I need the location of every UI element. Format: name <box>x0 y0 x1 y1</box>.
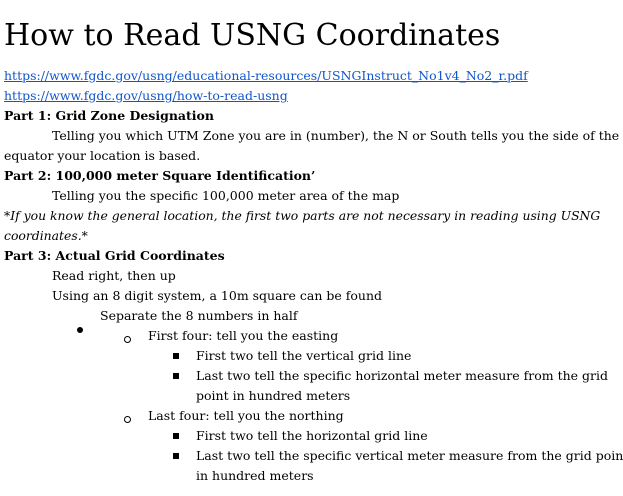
list-item-easting-2: Last two tell the specific horizontal me… <box>196 368 609 383</box>
bullet-circle-icon <box>124 336 131 343</box>
part1-text-line1: Telling you which UTM Zone you are in (n… <box>52 128 620 143</box>
part3-heading: Part 3: Actual Grid Coordinates <box>4 248 225 263</box>
list-item-easting-2-cont: point in hundred meters <box>196 388 351 403</box>
note-line1: *If you know the general location, the f… <box>4 208 601 223</box>
bullet-square-icon <box>173 353 179 359</box>
part2-heading: Part 2: 100,000 meter Square Identificat… <box>4 168 316 183</box>
bullet-disc-icon <box>77 327 83 333</box>
list-item-last-four: Last four: tell you the northing <box>148 408 344 423</box>
list-item-first-four: First four: tell you the easting <box>148 328 339 343</box>
note-line2: coordinates.* <box>4 228 88 243</box>
list-item-northing-2-cont: in hundred meters <box>196 468 314 483</box>
list-item-easting-1: First two tell the vertical grid line <box>196 348 412 363</box>
bullet-square-icon <box>173 433 179 439</box>
list-item-separate: Separate the 8 numbers in half <box>100 308 298 323</box>
bullet-square-icon <box>173 373 179 379</box>
part2-text-line1: Telling you the specific 100,000 meter a… <box>52 188 400 203</box>
part3-text-line2: Using an 8 digit system, a 10m square ca… <box>52 288 383 303</box>
link-how-to-read-usng[interactable]: https://www.fgdc.gov/usng/how-to-read-us… <box>4 86 288 106</box>
part3-text-line1: Read right, then up <box>52 268 176 283</box>
part1-text-line2: equator your location is based. <box>4 148 201 163</box>
list-item-northing-1: First two tell the horizontal grid line <box>196 428 428 443</box>
document-page: How to Read USNG Coordinates https://www… <box>0 0 623 496</box>
page-title: How to Read USNG Coordinates <box>4 18 501 53</box>
bullet-circle-icon <box>124 416 131 423</box>
bullet-square-icon <box>173 453 179 459</box>
list-item-northing-2: Last two tell the specific vertical mete… <box>196 448 623 463</box>
part1-heading: Part 1: Grid Zone Designation <box>4 108 214 123</box>
link-usng-instructions-pdf[interactable]: https://www.fgdc.gov/usng/educational-re… <box>4 66 528 86</box>
